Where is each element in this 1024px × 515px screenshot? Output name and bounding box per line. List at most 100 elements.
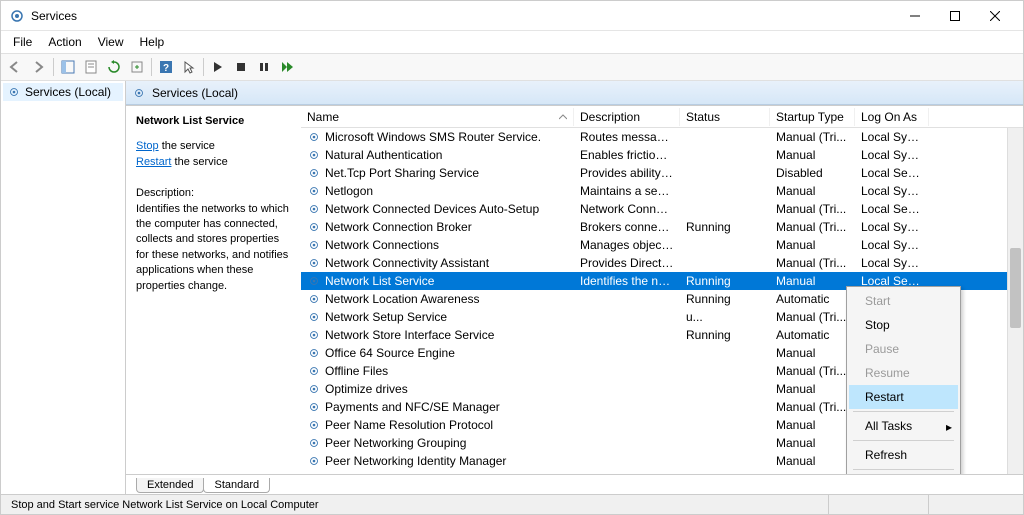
- help-button[interactable]: ?: [155, 56, 177, 78]
- gear-icon: [307, 148, 321, 162]
- service-startup: Manual (Tri...: [770, 400, 855, 414]
- service-row[interactable]: Network Connection BrokerBrokers connect…: [301, 218, 1023, 236]
- menubar: File Action View Help: [1, 31, 1023, 53]
- col-startup[interactable]: Startup Type: [770, 108, 855, 126]
- service-logon: Local Serv...: [855, 202, 929, 216]
- toolbar: ?: [1, 53, 1023, 81]
- service-row[interactable]: NetlogonMaintains a secur...ManualLocal …: [301, 182, 1023, 200]
- gear-icon: [307, 346, 321, 360]
- service-name: Network Location Awareness: [325, 292, 480, 306]
- menu-item-resume: Resume: [849, 361, 958, 385]
- service-row[interactable]: Network Connectivity AssistantProvides D…: [301, 254, 1023, 272]
- service-status: Running: [680, 292, 770, 306]
- service-startup: Manual: [770, 418, 855, 432]
- menu-separator: [853, 411, 954, 412]
- service-name: Network Store Interface Service: [325, 328, 494, 342]
- restart-suffix: the service: [171, 156, 227, 168]
- forward-button[interactable]: [28, 56, 50, 78]
- gear-icon: [307, 382, 321, 396]
- menu-item-properties[interactable]: Properties: [849, 472, 958, 474]
- gear-icon: [307, 274, 321, 288]
- svg-text:?: ?: [163, 63, 169, 74]
- service-logon: Local Syst...: [855, 184, 929, 198]
- service-name: Peer Networking Grouping: [325, 436, 466, 450]
- service-row[interactable]: Network ConnectionsManages objects...Man…: [301, 236, 1023, 254]
- statusbar-text: Stop and Start service Network List Serv…: [5, 495, 829, 514]
- export-button[interactable]: [126, 56, 148, 78]
- service-name: Peer Name Resolution Protocol: [325, 418, 493, 432]
- service-startup: Automatic: [770, 328, 855, 342]
- statusbar-mid: [829, 495, 929, 514]
- gear-icon: [307, 202, 321, 216]
- service-row[interactable]: Microsoft Windows SMS Router Service.Rou…: [301, 128, 1023, 146]
- col-name[interactable]: Name: [301, 108, 574, 126]
- col-description[interactable]: Description: [574, 108, 680, 126]
- back-button[interactable]: [5, 56, 27, 78]
- service-startup: Automatic: [770, 292, 855, 306]
- service-startup: Manual (Tri...: [770, 130, 855, 144]
- restart-service-button[interactable]: [276, 56, 298, 78]
- window-title: Services: [31, 9, 895, 23]
- menu-help[interactable]: Help: [132, 33, 173, 51]
- description-label: Description:: [136, 186, 291, 201]
- service-startup: Manual: [770, 148, 855, 162]
- tab-extended[interactable]: Extended: [136, 478, 204, 493]
- menu-view[interactable]: View: [90, 33, 132, 51]
- gear-icon: [307, 256, 321, 270]
- stop-link[interactable]: Stop: [136, 140, 159, 152]
- minimize-button[interactable]: [895, 2, 935, 30]
- stop-service-button[interactable]: [230, 56, 252, 78]
- restart-link[interactable]: Restart: [136, 156, 171, 168]
- statusbar-right: [929, 495, 1019, 514]
- right-pane: Services (Local) Network List Service St…: [126, 81, 1023, 494]
- service-status: Running: [680, 220, 770, 234]
- service-startup: Manual (Tri...: [770, 310, 855, 324]
- gear-icon: [307, 184, 321, 198]
- menu-item-refresh[interactable]: Refresh: [849, 443, 958, 467]
- menu-item-restart[interactable]: Restart: [849, 385, 958, 409]
- tab-standard[interactable]: Standard: [203, 478, 270, 493]
- service-status: Running: [680, 274, 770, 288]
- service-row[interactable]: Net.Tcp Port Sharing ServiceProvides abi…: [301, 164, 1023, 182]
- service-logon: Local Syst...: [855, 220, 929, 234]
- service-desc: Provides ability t...: [574, 166, 680, 180]
- tree-node-services-local[interactable]: Services (Local): [3, 83, 123, 101]
- menu-item-stop[interactable]: Stop: [849, 313, 958, 337]
- service-name: Offline Files: [325, 364, 388, 378]
- statusbar: Stop and Start service Network List Serv…: [1, 494, 1023, 514]
- col-status[interactable]: Status: [680, 108, 770, 126]
- service-name: Payments and NFC/SE Manager: [325, 400, 500, 414]
- pointer-button[interactable]: [178, 56, 200, 78]
- service-startup: Manual: [770, 274, 855, 288]
- gear-icon: [307, 418, 321, 432]
- pause-service-button[interactable]: [253, 56, 275, 78]
- menu-action[interactable]: Action: [40, 33, 89, 51]
- detail-pane: Network List Service Stop the service Re…: [126, 106, 301, 474]
- scrollbar-thumb[interactable]: [1010, 248, 1021, 328]
- col-logon[interactable]: Log On As: [855, 108, 929, 126]
- refresh-button[interactable]: [103, 56, 125, 78]
- split-view: Network List Service Stop the service Re…: [126, 105, 1023, 474]
- submenu-arrow-icon: ▸: [946, 420, 952, 434]
- maximize-button[interactable]: [935, 2, 975, 30]
- start-service-button[interactable]: [207, 56, 229, 78]
- service-startup: Manual (Tri...: [770, 364, 855, 378]
- show-hide-tree-button[interactable]: [57, 56, 79, 78]
- gear-icon: [307, 292, 321, 306]
- properties-button[interactable]: [80, 56, 102, 78]
- gear-icon: [307, 328, 321, 342]
- service-startup: Manual (Tri...: [770, 220, 855, 234]
- service-desc: Maintains a secur...: [574, 184, 680, 198]
- close-button[interactable]: [975, 2, 1015, 30]
- scrollbar[interactable]: [1007, 128, 1023, 474]
- service-logon: Local Syst...: [855, 148, 929, 162]
- action-links: Stop the service Restart the service: [136, 139, 291, 170]
- service-row[interactable]: Natural AuthenticationEnables friction-f…: [301, 146, 1023, 164]
- service-row[interactable]: Network Connected Devices Auto-SetupNetw…: [301, 200, 1023, 218]
- menu-item-all-tasks[interactable]: All Tasks▸: [849, 414, 958, 438]
- selected-service-name: Network List Service: [136, 114, 291, 129]
- service-name: Microsoft Windows SMS Router Service.: [325, 130, 541, 144]
- service-logon: Local Syst...: [855, 130, 929, 144]
- menu-file[interactable]: File: [5, 33, 40, 51]
- list-header: Name Description Status Startup Type Log…: [301, 106, 1023, 128]
